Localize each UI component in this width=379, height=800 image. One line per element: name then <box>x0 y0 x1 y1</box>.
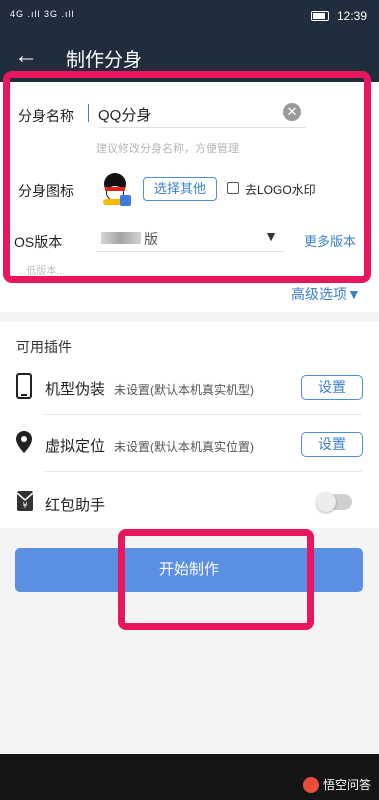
red-packet-toggle[interactable] <box>316 492 352 512</box>
name-label: 分身名称 <box>18 108 74 124</box>
watermark: 悟空问答 <box>302 776 371 793</box>
remove-logo-label: 去LOGO水印 <box>245 183 316 197</box>
svg-text:¥: ¥ <box>22 501 27 510</box>
clock: 12:39 <box>336 9 367 23</box>
more-versions-link[interactable]: 更多版本 <box>304 231 356 250</box>
icon-label: 分身图标 <box>18 183 74 199</box>
divider <box>44 414 362 415</box>
name-hint: 建议修改分身名称，方便管理 <box>96 143 239 155</box>
qq-penguin-icon <box>100 173 131 206</box>
app-bar: ← 制作分身 <box>0 32 379 82</box>
toggle-knob <box>316 492 336 512</box>
red-packet-icon: ¥ <box>16 491 34 511</box>
virtual-location-status: 未设置(默认本机真实位置) <box>114 440 254 454</box>
watermark-text: 悟空问答 <box>322 778 371 792</box>
clone-badge-icon <box>120 195 131 206</box>
version-label: OS版本 <box>14 234 63 250</box>
choose-other-icon-button[interactable]: 选择其他 <box>143 177 217 201</box>
blurred-version-text <box>101 232 141 244</box>
back-arrow-icon[interactable]: ← <box>14 42 38 70</box>
virtual-location-settings-button[interactable]: 设置 <box>301 432 363 457</box>
clone-name-input[interactable]: QQ分身 <box>98 100 306 128</box>
location-pin-icon <box>16 431 32 453</box>
plugins-title: 可用插件 <box>16 339 72 355</box>
advanced-options-link[interactable]: 高级选项▼ <box>291 284 361 304</box>
dropdown-arrow-icon: ▼ <box>264 228 278 244</box>
os-version-select[interactable]: 版 ▼ <box>96 228 284 252</box>
signal-indicator: 4G .ıll 3G .ıll <box>10 9 75 19</box>
wukong-logo-icon <box>302 776 319 793</box>
start-create-button[interactable]: 开始制作 <box>15 548 363 592</box>
device-disguise-status: 未设置(默认本机真实机型) <box>114 383 254 397</box>
page-title: 制作分身 <box>66 50 143 71</box>
red-packet-helper-name: 红包助手 <box>45 497 106 514</box>
remove-logo-checkbox[interactable] <box>227 182 239 194</box>
device-disguise-settings-button[interactable]: 设置 <box>301 375 363 400</box>
status-right: 12:39 <box>310 9 367 23</box>
phone-icon <box>16 373 32 399</box>
status-bar: 4G .ıll 3G .ıll 12:39 <box>0 0 379 32</box>
clone-name-value: QQ分身 <box>98 107 152 124</box>
version-suffix: 版 <box>144 231 158 247</box>
divider <box>44 471 362 472</box>
version-hint: ...低版本... <box>18 266 65 277</box>
virtual-location-name: 虚拟定位 <box>45 438 106 455</box>
clear-icon[interactable]: ✕ <box>283 103 301 121</box>
device-disguise-name: 机型伪装 <box>45 381 106 398</box>
battery-icon <box>310 11 329 21</box>
cursor-divider <box>88 104 89 122</box>
